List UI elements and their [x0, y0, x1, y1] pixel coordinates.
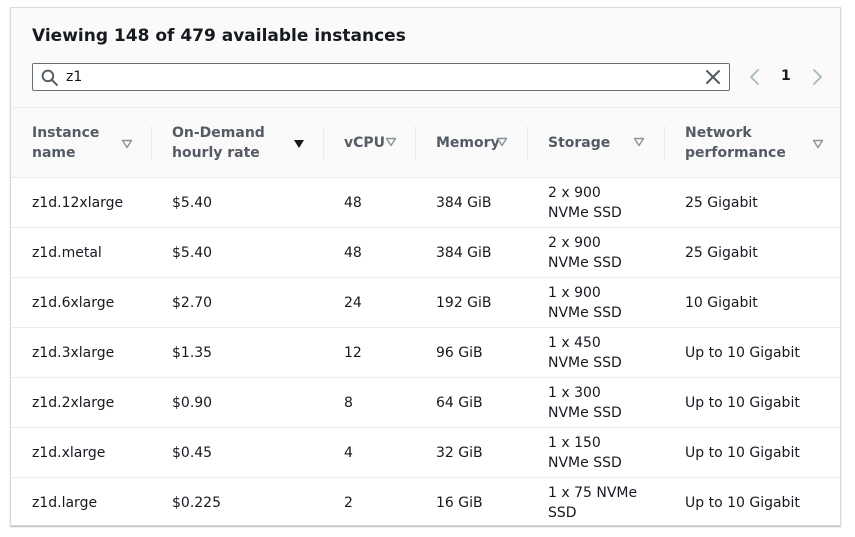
cell-memory: 384 GiB [415, 177, 527, 228]
table-row[interactable]: z1d.metal $5.40 48 384 GiB 2 x 900 NVMe … [11, 227, 840, 278]
search-icon [41, 69, 58, 86]
column-header-hourly-rate[interactable]: On-Demand hourly rate [151, 108, 323, 178]
cell-storage: 1 x 900 NVMe SSD [527, 277, 664, 328]
cell-storage: 1 x 75 NVMe SSD [548, 484, 638, 521]
sort-icon [633, 137, 645, 147]
table-row[interactable]: z1d.3xlarge $1.35 12 96 GiB 1 x 450 NVMe… [11, 327, 840, 378]
table-row[interactable]: z1d.2xlarge $0.90 8 64 GiB 1 x 300 NVMe … [11, 377, 840, 428]
cell-vcpu: 8 [323, 377, 415, 428]
cell-vcpu: 12 [323, 327, 415, 378]
panel-header: Viewing 148 of 479 available instances 1 [11, 8, 840, 108]
chevron-left-icon[interactable] [747, 68, 763, 86]
cell-storage: 1 x 300 NVMe SSD [527, 377, 664, 428]
cell-instance-name: z1d.large [32, 494, 98, 511]
instances-panel: Viewing 148 of 479 available instances 1 [10, 7, 841, 526]
cell-hourly-rate: $0.225 [172, 494, 221, 511]
column-label: Memory [436, 134, 500, 151]
column-label: Network performance [685, 124, 786, 161]
cell-memory: 192 GiB [415, 277, 527, 328]
column-label: Instance name [32, 124, 100, 161]
cell-hourly-rate: $1.35 [151, 327, 323, 378]
cell-vcpu: 2 [344, 494, 353, 511]
cell-storage: 2 x 900 NVMe SSD [527, 177, 664, 228]
column-label: On-Demand hourly rate [172, 124, 265, 161]
table-row[interactable]: z1d.6xlarge $2.70 24 192 GiB 1 x 900 NVM… [11, 277, 840, 328]
table-row[interactable]: z1d.12xlarge $5.40 48 384 GiB 2 x 900 NV… [11, 177, 840, 228]
cell-instance-name: z1d.metal [11, 227, 151, 278]
column-label: vCPU [344, 134, 386, 151]
cell-network: 25 Gigabit [664, 177, 840, 228]
cell-hourly-rate: $5.40 [151, 177, 323, 228]
cell-vcpu: 24 [323, 277, 415, 328]
table-row[interactable]: z1d.large $0.225 2 16 GiB 1 x 75 NVMe SS… [11, 478, 840, 528]
close-icon[interactable] [705, 69, 721, 85]
cell-memory: 96 GiB [415, 327, 527, 378]
cell-hourly-rate: $0.45 [151, 427, 323, 478]
chevron-right-icon[interactable] [809, 68, 825, 86]
search-box[interactable] [32, 63, 730, 91]
instances-table: Instance name On-Demand hourly rate vCPU… [11, 108, 840, 528]
table-header-row: Instance name On-Demand hourly rate vCPU… [11, 108, 840, 178]
sort-icon [812, 139, 824, 149]
column-header-vcpu[interactable]: vCPU [323, 108, 415, 178]
page-number-button[interactable]: 1 [781, 68, 791, 84]
cell-vcpu: 48 [323, 227, 415, 278]
sort-descending-icon [294, 140, 304, 148]
cell-network: Up to 10 Gigabit [664, 427, 840, 478]
cell-vcpu: 48 [323, 177, 415, 228]
cell-hourly-rate: $0.90 [151, 377, 323, 428]
cell-network: Up to 10 Gigabit [664, 377, 840, 428]
cell-instance-name: z1d.2xlarge [11, 377, 151, 428]
column-header-memory[interactable]: Memory [415, 108, 527, 178]
cell-memory: 384 GiB [415, 227, 527, 278]
column-label: Storage [548, 134, 611, 151]
cell-instance-name: z1d.12xlarge [11, 177, 151, 228]
table-row[interactable]: z1d.xlarge $0.45 4 32 GiB 1 x 150 NVMe S… [11, 427, 840, 478]
cell-instance-name: z1d.xlarge [11, 427, 151, 478]
pagination: 1 [747, 65, 827, 89]
column-divider [664, 126, 665, 160]
sort-icon [385, 137, 397, 147]
cell-instance-name: z1d.3xlarge [11, 327, 151, 378]
cell-hourly-rate: $5.40 [151, 227, 323, 278]
cell-storage: 1 x 450 NVMe SSD [527, 327, 664, 378]
column-divider [323, 126, 324, 160]
column-divider [151, 126, 152, 160]
cell-network: Up to 10 Gigabit [664, 327, 840, 378]
column-header-network-performance[interactable]: Network performance [664, 108, 840, 178]
cell-vcpu: 4 [323, 427, 415, 478]
cell-network: 10 Gigabit [664, 277, 840, 328]
sort-icon [496, 137, 508, 147]
cell-storage: 1 x 150 NVMe SSD [527, 427, 664, 478]
column-divider [527, 126, 528, 160]
cell-network: Up to 10 Gigabit [685, 494, 800, 511]
cell-network: 25 Gigabit [664, 227, 840, 278]
cell-memory: 16 GiB [436, 494, 483, 511]
cell-instance-name: z1d.6xlarge [11, 277, 151, 328]
sort-icon [121, 139, 133, 149]
cell-memory: 32 GiB [415, 427, 527, 478]
cell-storage: 2 x 900 NVMe SSD [527, 227, 664, 278]
column-header-instance-name[interactable]: Instance name [11, 108, 151, 178]
search-input[interactable] [66, 67, 696, 87]
column-header-storage[interactable]: Storage [527, 108, 664, 178]
page-title: Viewing 148 of 479 available instances [32, 26, 406, 46]
cell-memory: 64 GiB [415, 377, 527, 428]
column-divider [415, 126, 416, 160]
cell-hourly-rate: $2.70 [151, 277, 323, 328]
